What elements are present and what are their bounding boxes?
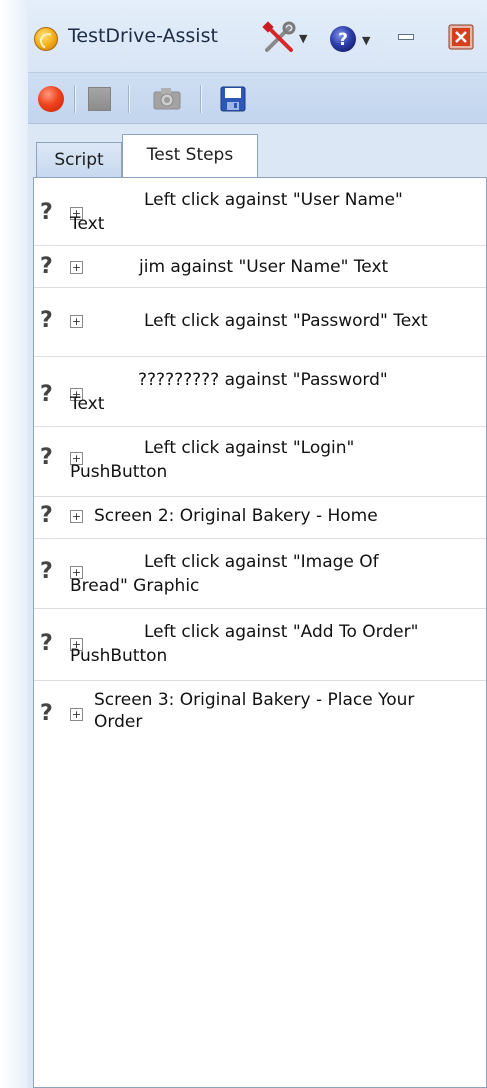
toolbar-separator: [200, 85, 202, 113]
list-item[interactable]: ? + Left click against "Login" PushButto…: [34, 427, 486, 497]
expand-icon[interactable]: +: [70, 315, 83, 328]
desktop-background: [0, 0, 28, 1088]
tools-icon: [262, 21, 296, 52]
list-item[interactable]: ? + Left click against "Image Of Bread" …: [34, 539, 486, 609]
step-text-continued: Text: [70, 214, 105, 234]
step-text-continued: PushButton: [70, 646, 168, 666]
list-item[interactable]: ? + Screen 2: Original Bakery - Home: [34, 497, 486, 539]
tab-script[interactable]: Script: [36, 142, 122, 178]
record-button[interactable]: [38, 86, 64, 112]
svg-text:?: ?: [338, 30, 348, 50]
step-text-continued: Order: [94, 712, 143, 732]
tab-strip: Script Test Steps: [28, 124, 487, 179]
list-item[interactable]: ? + Left click against "Add To Order" Pu…: [34, 609, 486, 681]
window-title: TestDrive-Assist: [68, 25, 218, 47]
step-text-continued: Bread" Graphic: [70, 576, 200, 596]
step-text: Left click against "Password" Text: [144, 311, 428, 331]
title-bar: TestDrive-Assist ▼ ? ▼: [28, 0, 487, 72]
step-text: Screen 2: Original Bakery - Home: [94, 506, 378, 526]
chevron-down-icon: ▼: [362, 34, 371, 47]
chevron-down-icon: ▼: [299, 32, 308, 45]
save-button[interactable]: [220, 86, 246, 112]
step-text: Left click against "Login": [144, 438, 355, 458]
expand-icon[interactable]: +: [70, 510, 83, 523]
tools-menu-button[interactable]: ▼: [261, 20, 311, 56]
step-text: Left click against "User Name": [144, 190, 403, 210]
test-steps-panel: ? + Left click against "User Name" Text …: [33, 177, 487, 1088]
minimize-button[interactable]: [390, 22, 420, 52]
status-unknown-icon: ?: [40, 445, 53, 470]
toolbar: [28, 72, 487, 124]
toolbar-separator: [74, 85, 76, 113]
stop-button[interactable]: [88, 87, 111, 111]
list-item[interactable]: ? + Left click against "User Name" Text: [34, 178, 486, 246]
expand-icon[interactable]: +: [70, 708, 83, 721]
list-item[interactable]: ? + ????????? against "Password" Text: [34, 357, 486, 427]
step-text-continued: PushButton: [70, 462, 168, 482]
step-text: ????????? against "Password": [138, 370, 388, 390]
close-icon: [448, 24, 474, 50]
status-unknown-icon: ?: [40, 308, 53, 333]
save-icon: [220, 86, 246, 112]
help-icon: ?: [330, 26, 356, 52]
tab-test-steps[interactable]: Test Steps: [122, 134, 258, 179]
status-unknown-icon: ?: [40, 200, 53, 225]
app-window: TestDrive-Assist ▼ ? ▼ Script Test Steps…: [28, 0, 487, 1088]
test-steps-list: ? + Left click against "User Name" Text …: [34, 178, 486, 749]
app-logo-icon: [34, 27, 59, 52]
step-text: Left click against "Add To Order": [144, 622, 419, 642]
status-unknown-icon: ?: [40, 559, 53, 584]
list-item[interactable]: ? + Left click against "Password" Text: [34, 288, 486, 357]
screenshot-button[interactable]: [152, 85, 182, 111]
step-text: Screen 3: Original Bakery - Place Your: [94, 690, 415, 710]
step-text-continued: Text: [70, 394, 105, 414]
status-unknown-icon: ?: [40, 254, 53, 279]
expand-icon[interactable]: +: [70, 261, 83, 274]
step-text: Left click against "Image Of: [144, 552, 379, 572]
status-unknown-icon: ?: [40, 631, 53, 656]
status-unknown-icon: ?: [40, 382, 53, 407]
list-item[interactable]: ? + jim against "User Name" Text: [34, 246, 486, 288]
help-menu-button[interactable]: ? ▼: [328, 22, 376, 56]
toolbar-separator: [128, 85, 130, 113]
camera-icon: [153, 88, 181, 110]
step-text: jim against "User Name" Text: [139, 257, 389, 277]
list-item[interactable]: ? + Screen 3: Original Bakery - Place Yo…: [34, 681, 486, 749]
minimize-icon: [398, 34, 414, 40]
status-unknown-icon: ?: [40, 503, 53, 528]
close-button[interactable]: [448, 24, 474, 50]
status-unknown-icon: ?: [40, 701, 53, 726]
